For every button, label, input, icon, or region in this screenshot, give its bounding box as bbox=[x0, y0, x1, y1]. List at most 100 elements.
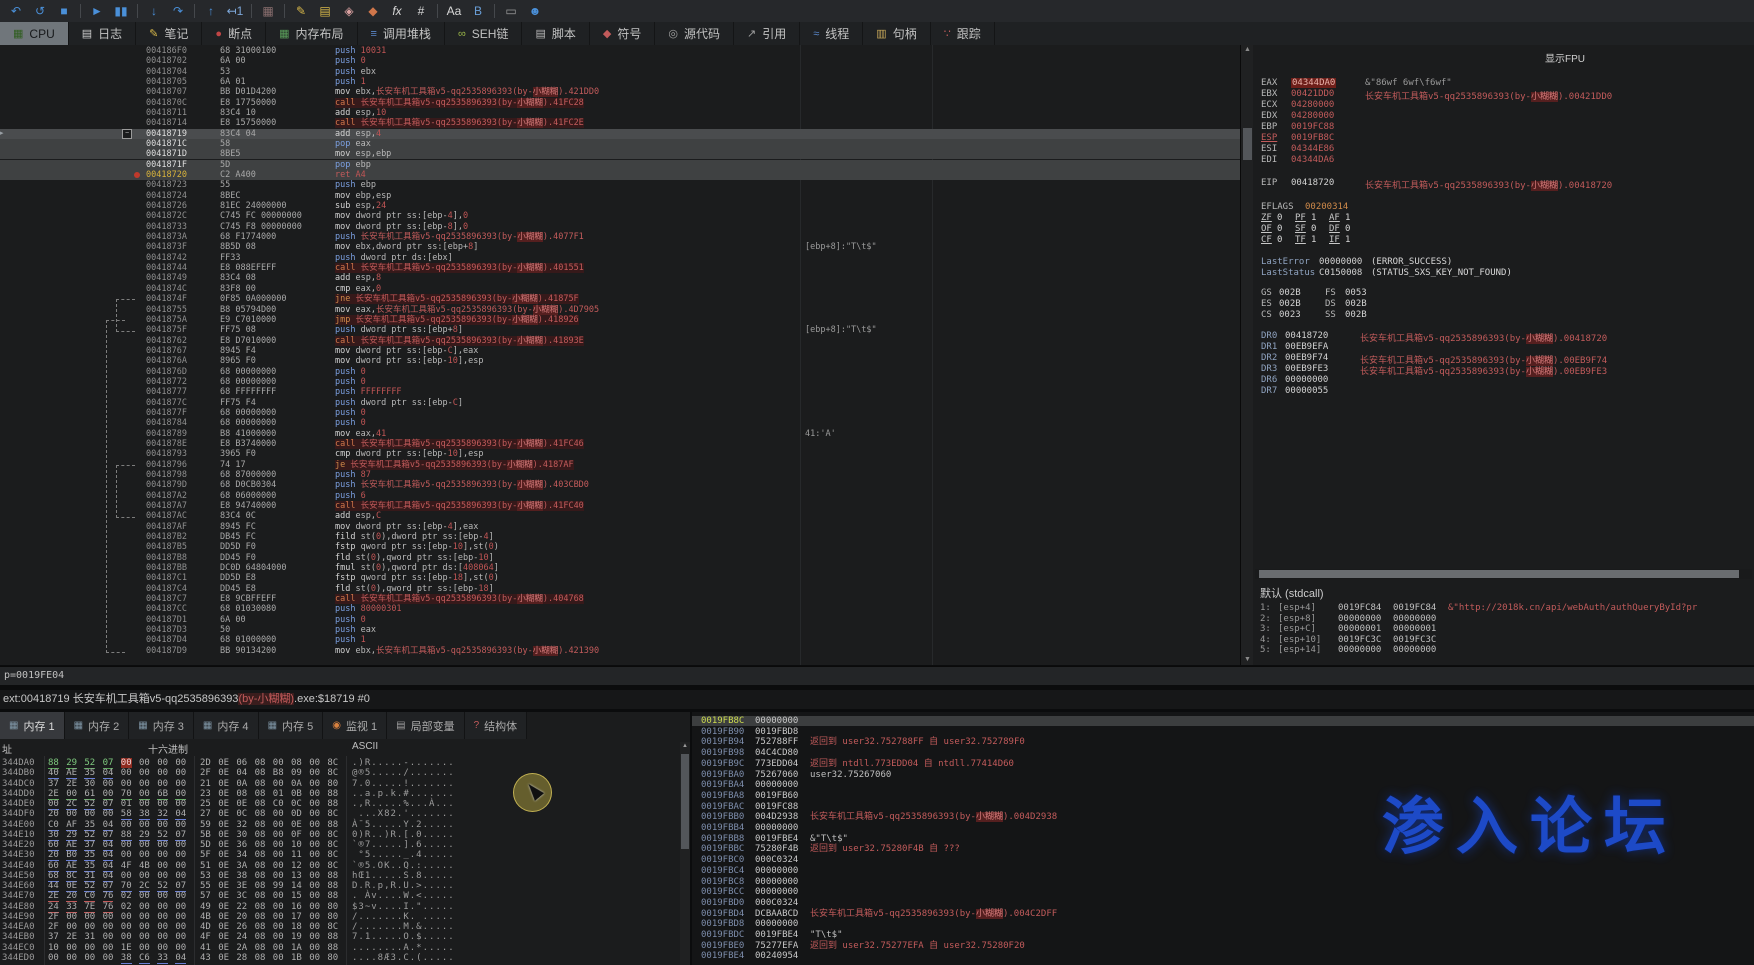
flag-name[interactable]: CF bbox=[1261, 235, 1272, 245]
disasm-row[interactable]: 004187A7E8 94740000call 长安车机工具箱v5-qq2535… bbox=[0, 501, 1240, 511]
flag-name[interactable]: IF bbox=[1329, 235, 1340, 245]
disasm-row[interactable]: 004187CC68 01030080push 80000301 bbox=[0, 604, 1240, 614]
segment-value[interactable]: 0023 bbox=[1279, 310, 1301, 320]
dump-row[interactable]: 344DD02E00610070006B00230E0808010B0088..… bbox=[0, 789, 690, 799]
register-value[interactable]: 04280000 bbox=[1291, 111, 1334, 121]
register-value[interactable]: 04344DA0 bbox=[1291, 78, 1336, 88]
dump-row[interactable]: 344DE0002C520701000000250E0E08C00C0088.,… bbox=[0, 799, 690, 809]
flag-name[interactable]: TF bbox=[1295, 235, 1306, 245]
segment-value[interactable]: 002B bbox=[1345, 299, 1367, 309]
flag-name[interactable]: DF bbox=[1329, 224, 1340, 234]
step-out-icon[interactable]: ↑ bbox=[199, 2, 223, 20]
disasm-row[interactable]: 0041876D68 00000000push 0 bbox=[0, 367, 1240, 377]
segment-value[interactable]: 0053 bbox=[1345, 288, 1367, 298]
register-value[interactable]: 0019FC88 bbox=[1291, 122, 1334, 132]
tab-跟踪[interactable]: ∵跟踪 bbox=[931, 22, 995, 45]
dump-row[interactable]: 344E902F000000000000004B0E200800170080/.… bbox=[0, 912, 690, 922]
stack-row[interactable]: 0019FBDC0019FBE4"T\t$" bbox=[692, 930, 1754, 940]
disasm-row[interactable]: ▸−0041871983C4 04add esp,4 bbox=[0, 129, 1240, 139]
disasm-row[interactable]: 00418744E8 088EFEFFcall 长安车机工具箱v5-qq2535… bbox=[0, 263, 1240, 273]
disasm-row[interactable]: 004187D9BB 90134200mov ebx,长安车机工具箱v5-qq2… bbox=[0, 646, 1240, 656]
laststatus-value[interactable]: C0150008 bbox=[1319, 268, 1362, 278]
debug-register-value[interactable]: 00000000 bbox=[1285, 375, 1328, 385]
segment-value[interactable]: 002B bbox=[1279, 288, 1301, 298]
tab-CPU[interactable]: ▦CPU bbox=[0, 22, 69, 45]
dump-row[interactable]: 344DC0372E300000000000210E0A08000A00807.… bbox=[0, 779, 690, 789]
disasm-row[interactable]: 00418755B8 05794D00mov eax,长安车机工具箱v5-qq2… bbox=[0, 305, 1240, 315]
dump-tab-结构体[interactable]: ?结构体 bbox=[465, 712, 528, 739]
register-value[interactable]: 04344E86 bbox=[1291, 144, 1334, 154]
tab-内存布局[interactable]: ▦内存布局 bbox=[266, 22, 357, 45]
dump-row[interactable]: 344EC0100000001E000000410E2A08001A0088..… bbox=[0, 943, 690, 953]
dump-tab-内存 1[interactable]: ▦内存 1 bbox=[0, 712, 65, 739]
stack-row[interactable]: 0019FBD4DCBAABCD长安车机工具箱v5-qq2535896393(b… bbox=[692, 909, 1754, 919]
disasm-row[interactable]: 0041877268 00000000push 0 bbox=[0, 377, 1240, 387]
disasm-row[interactable]: 004187D16A 00push 0 bbox=[0, 615, 1240, 625]
stack-row[interactable]: 0019FB900019FBD8 bbox=[692, 727, 1754, 737]
disasm-vertical-scrollbar[interactable]: ▲ ▼ bbox=[1240, 45, 1254, 665]
highlight-icon[interactable]: ◆ bbox=[361, 2, 385, 20]
disasm-row[interactable]: 004187B2DB45 FCfild st(0),dword ptr ss:[… bbox=[0, 532, 1240, 542]
tab-源代码[interactable]: ◎源代码 bbox=[655, 22, 734, 45]
dump-row[interactable]: 344E60440E5207702C5207550E3E0899140088D.… bbox=[0, 881, 690, 891]
disasm-row[interactable]: 0041877F68 00000000push 0 bbox=[0, 408, 1240, 418]
stack-row[interactable]: 0019FBD800000000 bbox=[692, 919, 1754, 929]
disasm-row[interactable]: 00418733C745 F8 00000000mov dword ptr ss… bbox=[0, 222, 1240, 232]
dump-row[interactable]: 344DF02000000058383204270E0C08000D008C .… bbox=[0, 809, 690, 819]
dump-row[interactable]: 344E50688C310400000000530E380800130088hŒ… bbox=[0, 871, 690, 881]
tab-句柄[interactable]: ▥句柄 bbox=[863, 22, 930, 45]
disasm-row[interactable]: 0041873F8B5D 08mov ebx,dword ptr ss:[ebp… bbox=[0, 242, 1240, 252]
stack-row[interactable]: 0019FBC400000000 bbox=[692, 866, 1754, 876]
dump-tab-内存 4[interactable]: ▦内存 4 bbox=[194, 712, 259, 739]
tab-日志[interactable]: ▤日志 bbox=[69, 22, 136, 45]
disasm-row[interactable]: 00418762E8 D7010000call 长安车机工具箱v5-qq2535… bbox=[0, 336, 1240, 346]
disasm-row[interactable]: 0041874F0F85 0A000000jne 长安车机工具箱v5-qq253… bbox=[0, 294, 1240, 304]
disasm-row[interactable]: 00418789B8 41000000mov eax,4141:'A' bbox=[0, 429, 1240, 439]
disasm-row[interactable]: 0041871183C4 10add esp,10 bbox=[0, 108, 1240, 118]
disassembly-panel[interactable]: 004186F068 31000100push 10031004187026A … bbox=[0, 45, 1240, 665]
disasm-row[interactable]: 004187248BECmov ebp,esp bbox=[0, 191, 1240, 201]
pencil-icon[interactable]: ✎ bbox=[289, 2, 313, 20]
dump-row[interactable]: 344E1030295207882952075B0E3008000F008C0)… bbox=[0, 830, 690, 840]
disasm-row[interactable]: 004187C4DD45 E8fld st(0),qword ptr ss:[e… bbox=[0, 584, 1240, 594]
disasm-row[interactable]: 00418742FF33push dword ptr ds:[ebx] bbox=[0, 253, 1240, 263]
tab-引用[interactable]: ↗引用 bbox=[734, 22, 800, 45]
disasm-row[interactable]: 0041879868 87000000push 87 bbox=[0, 470, 1240, 480]
stack-row[interactable]: 0019FB9804C4CD80 bbox=[692, 748, 1754, 758]
step-over-icon[interactable]: ↷ bbox=[166, 2, 190, 20]
segment-value[interactable]: 002B bbox=[1345, 310, 1367, 320]
stack-row[interactable]: 0019FBD0000C0324 bbox=[692, 898, 1754, 908]
disasm-row[interactable]: 004187678945 F4mov dword ptr ss:[ebp-C],… bbox=[0, 346, 1240, 356]
disasm-row[interactable]: 0041878468 00000000push 0 bbox=[0, 418, 1240, 428]
debug-register-value[interactable]: 00EB9FE3 bbox=[1285, 364, 1328, 374]
debug-register-value[interactable]: 00000055 bbox=[1285, 386, 1328, 396]
flag-name[interactable]: AF bbox=[1329, 213, 1340, 223]
disasm-row[interactable]: 00418714E8 15750000call 长安车机工具箱v5-qq2535… bbox=[0, 118, 1240, 128]
disasm-row[interactable]: 004187B5DD5D F0fstp qword ptr ss:[ebp-10… bbox=[0, 542, 1240, 552]
run-icon[interactable]: ► bbox=[85, 2, 109, 20]
disasm-row[interactable]: 00418707BB D01D4200mov ebx,长安车机工具箱v5-qq2… bbox=[0, 87, 1240, 97]
eraser-icon[interactable]: ◈ bbox=[337, 2, 361, 20]
memory-dump-panel[interactable]: ▦内存 1▦内存 2▦内存 3▦内存 4▦内存 5◉监视 1▤局部变量?结构体 … bbox=[0, 712, 690, 965]
disasm-row[interactable]: 0041879674 17je 长安车机工具箱v5-qq2535896393(b… bbox=[0, 460, 1240, 470]
disasm-row[interactable]: 004187D468 01000000push 1 bbox=[0, 635, 1240, 645]
step-into-icon[interactable]: ↓ bbox=[142, 2, 166, 20]
disasm-row[interactable]: 004187BBDC0D 64804000fmul st(0),qword pt… bbox=[0, 563, 1240, 573]
disasm-row[interactable]: 004187C1DD5D E8fstp qword ptr ss:[ebp-18… bbox=[0, 573, 1240, 583]
stack-row[interactable]: 0019FB94752788FF返回到 user32.752788FF 自 us… bbox=[692, 737, 1754, 747]
show-fpu-button[interactable]: 显示FPU bbox=[1545, 50, 1585, 65]
debug-register-value[interactable]: 00EB9EFA bbox=[1285, 342, 1328, 352]
window-icon[interactable]: ▭ bbox=[499, 2, 523, 20]
disasm-row[interactable]: 004187C7E8 9CBFFEFFcall 长安车机工具箱v5-qq2535… bbox=[0, 594, 1240, 604]
stack-row[interactable]: 0019FBE075277EFA返回到 user32.75277EFA 自 us… bbox=[692, 941, 1754, 951]
disasm-row[interactable]: 0041871C58pop eax bbox=[0, 139, 1240, 149]
dump-row[interactable]: 344E4060AE35044F4B0000510E3A080012008C`®… bbox=[0, 861, 690, 871]
disasm-row[interactable]: 0041878EE8 B3740000call 长安车机工具箱v5-qq2535… bbox=[0, 439, 1240, 449]
disasm-row[interactable]: 0041870453push ebx bbox=[0, 67, 1240, 77]
dump-row[interactable]: 344E2060AE3704000000005D0E36080010008C`®… bbox=[0, 840, 690, 850]
disasm-row[interactable]: 0041873A68 F1774000push 长安车机工具箱v5-qq2535… bbox=[0, 232, 1240, 242]
scroll-up-icon[interactable]: ▲ bbox=[680, 742, 690, 751]
dump-vertical-scrollbar[interactable]: ▲ bbox=[680, 742, 690, 965]
disasm-row[interactable]: 004187AC83C4 0Cadd esp,C bbox=[0, 511, 1240, 521]
flag-name[interactable]: OF bbox=[1261, 224, 1272, 234]
